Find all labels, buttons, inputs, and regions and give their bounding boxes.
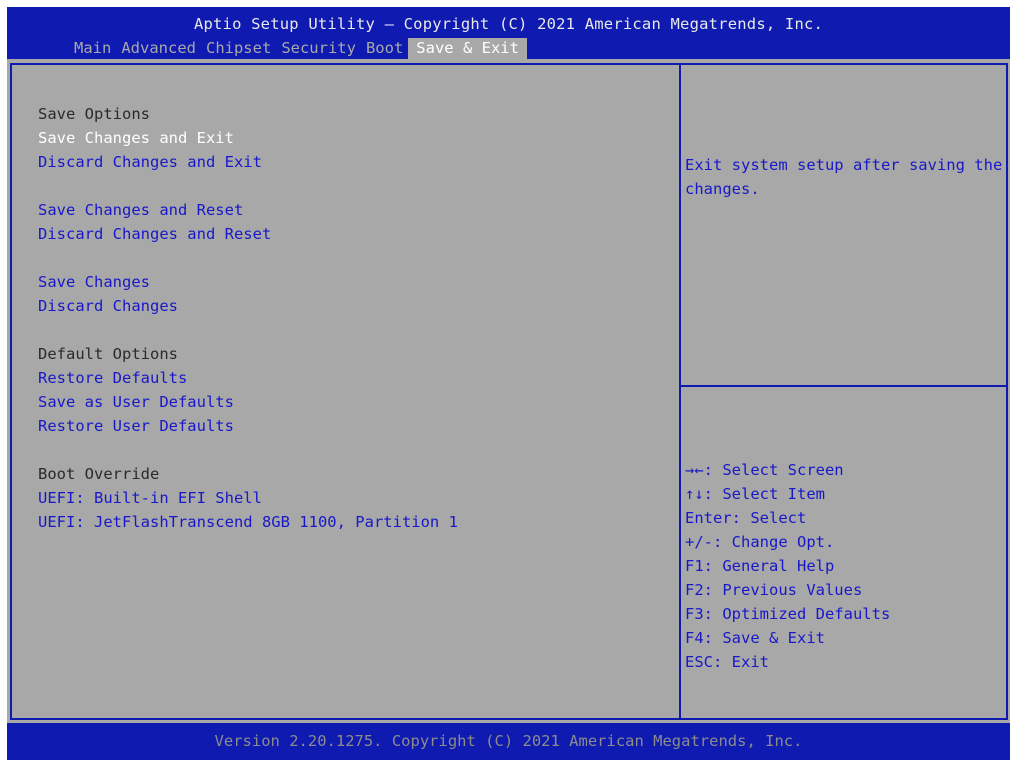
section-header-default-options: Default Options	[38, 345, 178, 363]
tab-advanced[interactable]: Advanced	[116, 38, 201, 60]
key-change-opt: +/-: Change Opt.	[685, 533, 835, 551]
key-select-item: ↑↓: Select Item	[685, 485, 825, 503]
option-save-as-user-defaults[interactable]: Save as User Defaults	[38, 390, 668, 414]
footer-bar: Version 2.20.1275. Copyright (C) 2021 Am…	[7, 723, 1010, 760]
section-header-boot-override: Boot Override	[38, 465, 160, 483]
option-discard-changes-and-exit[interactable]: Discard Changes and Exit	[38, 150, 668, 174]
option-save-changes[interactable]: Save Changes	[38, 270, 668, 294]
bios-screen: Aptio Setup Utility – Copyright (C) 2021…	[7, 7, 1010, 760]
option-discard-changes-and-reset[interactable]: Discard Changes and Reset	[38, 222, 668, 246]
key-previous-values: F2: Previous Values	[685, 581, 863, 599]
tab-security[interactable]: Security	[276, 38, 361, 60]
key-select-screen: →←: Select Screen	[685, 461, 844, 479]
key-enter-select: Enter: Select	[685, 509, 807, 527]
app-title: Aptio Setup Utility – Copyright (C) 2021…	[193, 15, 824, 33]
main-frame: Save Options Save Changes and Exit Disca…	[10, 63, 1008, 720]
section-header-save-options: Save Options	[38, 105, 150, 123]
vertical-divider	[679, 65, 681, 718]
key-optimized-defaults: F3: Optimized Defaults	[685, 605, 891, 623]
option-restore-defaults[interactable]: Restore Defaults	[38, 366, 668, 390]
version-text: Version 2.20.1275. Copyright (C) 2021 Am…	[214, 732, 803, 750]
key-general-help: F1: General Help	[685, 557, 835, 575]
tab-save-exit[interactable]: Save & Exit	[408, 38, 527, 60]
option-save-changes-and-exit[interactable]: Save Changes and Exit	[38, 126, 668, 150]
option-save-changes-and-reset[interactable]: Save Changes and Reset	[38, 198, 668, 222]
key-legend: →←: Select Screen ↑↓: Select Item Enter:…	[685, 458, 1005, 674]
title-bar: Aptio Setup Utility – Copyright (C) 2021…	[7, 7, 1010, 60]
help-description: Exit system setup after saving the chang…	[685, 156, 1003, 198]
option-uefi-efi-shell[interactable]: UEFI: Built-in EFI Shell	[38, 486, 668, 510]
option-uefi-jetflash[interactable]: UEFI: JetFlashTranscend 8GB 1100, Partit…	[38, 510, 668, 534]
main-panel: Save Options Save Changes and Exit Disca…	[7, 59, 1010, 723]
tab-chipset[interactable]: Chipset	[201, 38, 276, 60]
tab-boot[interactable]: Boot	[361, 38, 408, 60]
option-discard-changes[interactable]: Discard Changes	[38, 294, 668, 318]
key-esc-exit: ESC: Exit	[685, 653, 769, 671]
options-pane: Save Options Save Changes and Exit Disca…	[38, 102, 668, 534]
tab-bar: Main Advanced Chipset Security Boot Save…	[69, 38, 527, 60]
key-save-exit: F4: Save & Exit	[685, 629, 825, 647]
option-restore-user-defaults[interactable]: Restore User Defaults	[38, 414, 668, 438]
horizontal-divider	[681, 385, 1006, 387]
tab-main[interactable]: Main	[69, 38, 116, 60]
